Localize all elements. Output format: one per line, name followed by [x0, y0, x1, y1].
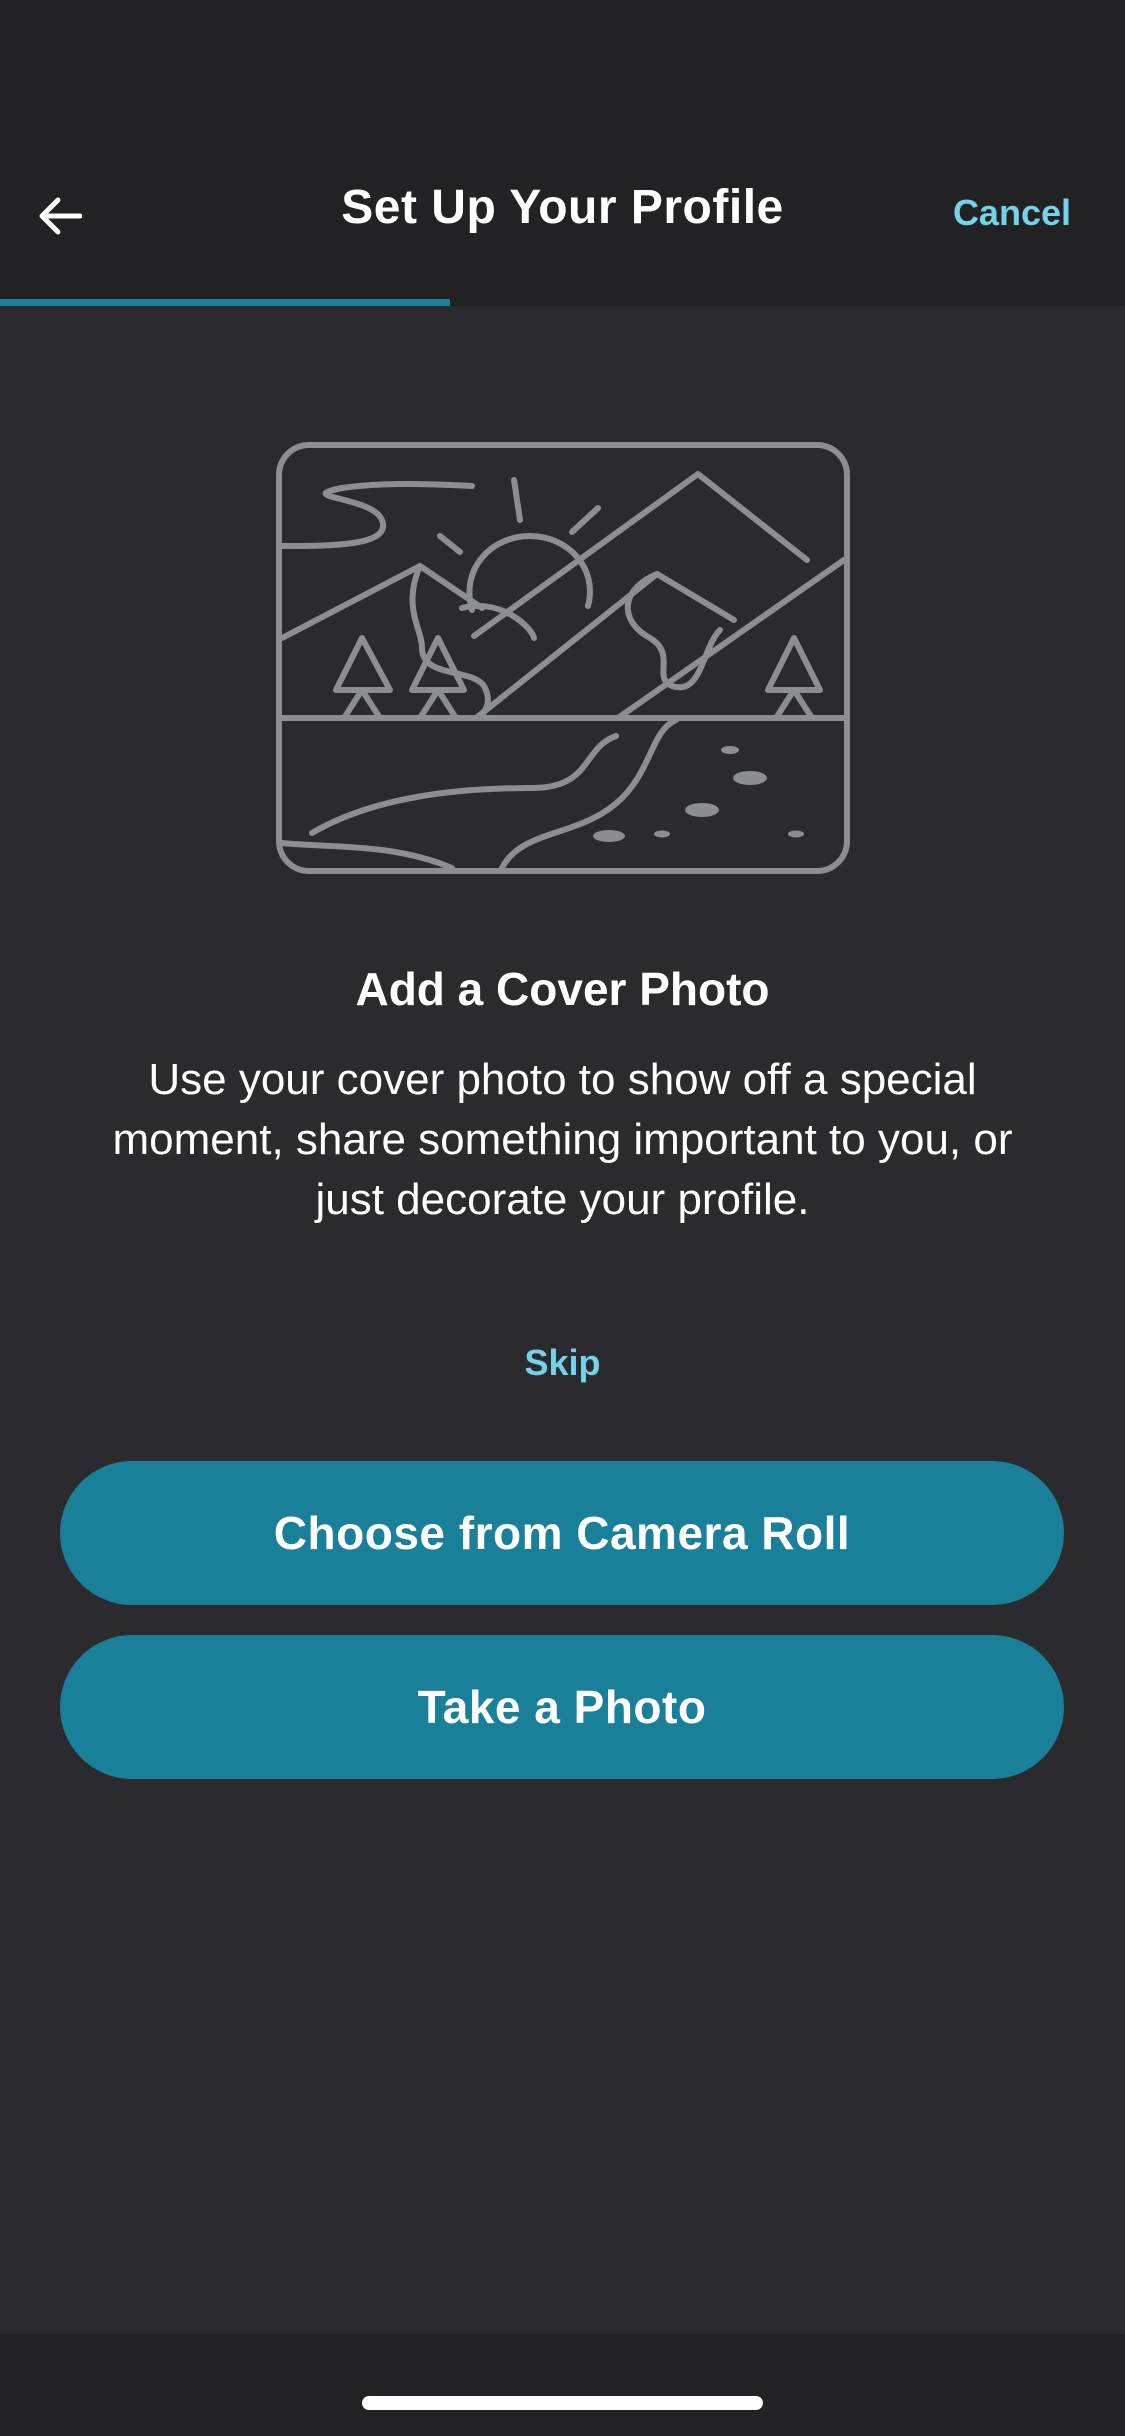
choose-from-camera-roll-button[interactable]: Choose from Camera Roll: [60, 1461, 1064, 1605]
take-a-photo-button[interactable]: Take a Photo: [60, 1635, 1064, 1779]
bottom-safe-area: [0, 2334, 1125, 2436]
landscape-photo-icon: [276, 442, 850, 874]
home-indicator[interactable]: [362, 2396, 763, 2410]
cancel-button[interactable]: Cancel: [953, 192, 1071, 234]
progress-bar-fill: [0, 299, 450, 306]
navigation-bar: Set Up Your Profile Cancel: [0, 0, 1125, 306]
profile-setup-screen: Set Up Your Profile Cancel Add a Cover P…: [0, 0, 1125, 2436]
section-title: Add a Cover Photo: [355, 963, 770, 1015]
skip-link-row: Skip: [0, 1342, 1125, 1384]
progress-bar: [0, 299, 1125, 306]
description-text: Use your cover photo to show off a speci…: [112, 1055, 1013, 1224]
skip-button[interactable]: Skip: [524, 1342, 600, 1383]
